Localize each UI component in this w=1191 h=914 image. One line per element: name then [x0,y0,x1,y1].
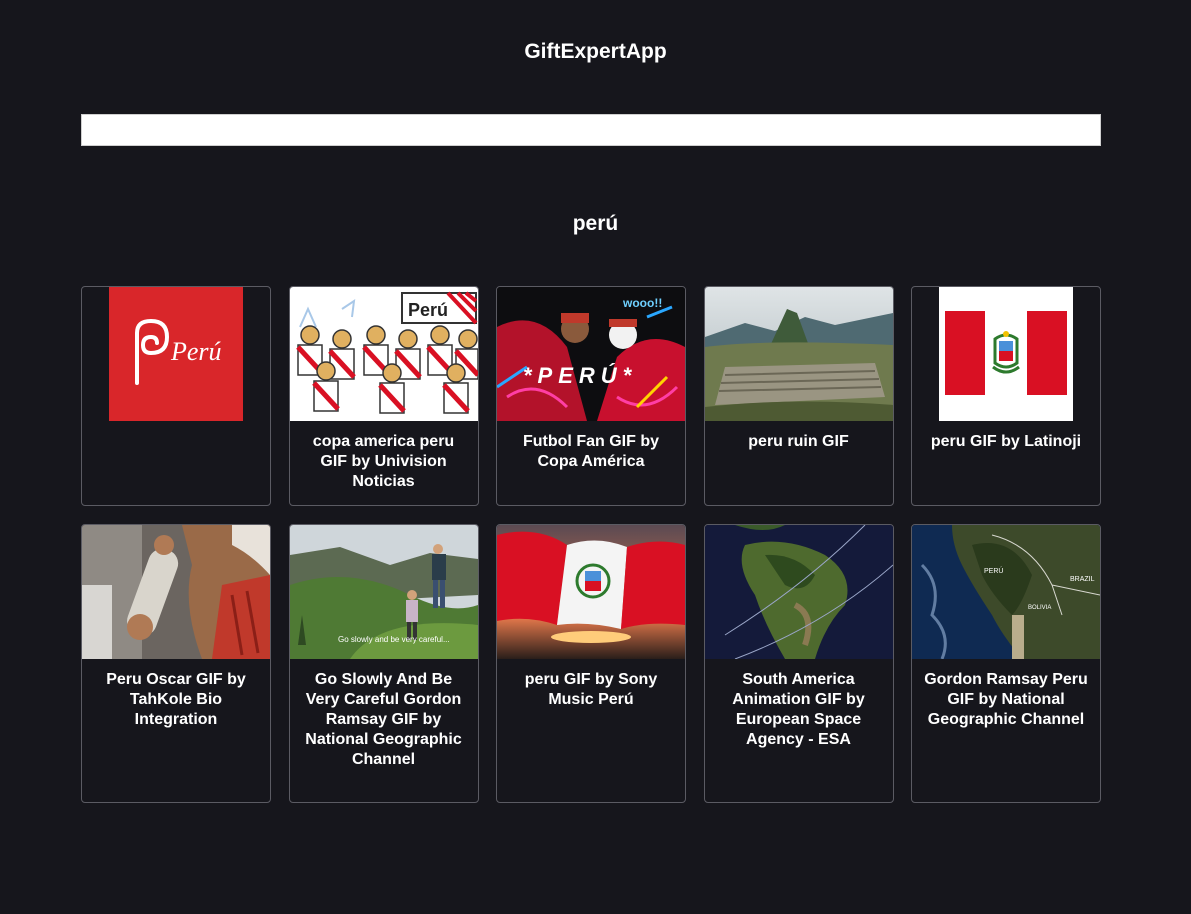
gif-grid: Perú Perú copa america peru GIF by Univi… [81,286,1101,803]
hikers-image: Go slowly and be very careful... [289,525,478,659]
peru-brand-logo-image: Perú [109,287,243,421]
gif-title: Futbol Fan GIF by Copa América [523,433,659,470]
gif-title: peru GIF by Latinoji [930,433,1082,450]
gif-title: peru GIF by Sony Music Perú [524,671,658,708]
gif-card[interactable]: South America Animation GIF by European … [703,524,894,803]
category-title: perú [572,212,619,235]
football-fans-image: *PERÚ* wooo!! [497,287,685,421]
gif-card[interactable]: Perú [81,286,271,506]
gif-title: Peru Oscar GIF by TahKole Bio Integratio… [106,671,246,728]
fans-banner-text: *PERÚ* [523,363,637,388]
app-title: GiftExpertApp [524,40,667,63]
gif-title: Gordon Ramsay Peru GIF by National Geogr… [924,671,1088,728]
waving-flag-image [497,525,685,659]
map-label-bolivia: BOLIVIA [1028,605,1051,611]
gif-card[interactable]: peru GIF by Latinoji [911,286,1101,506]
peru-map-image: PERÚ BRAZIL BOLIVIA [912,525,1100,659]
cartoon-fans-image: Perú [289,287,478,421]
peru-flag-image [939,287,1073,421]
gif-card[interactable]: *PERÚ* wooo!! Futbol Fan GIF by Copa Amé… [496,286,686,506]
gif-card[interactable]: Go slowly and be very careful... Go Slow… [288,524,479,803]
gif-title: South America Animation GIF by European … [732,671,865,748]
musician-image [82,525,270,659]
search-input[interactable] [81,114,1101,146]
map-label-peru: PERÚ [984,566,1003,575]
gif-card[interactable]: peru GIF by Sony Music Perú [496,524,686,803]
machu-picchu-image [704,287,893,421]
gif-title: Go Slowly And Be Very Careful Gordon Ram… [305,671,462,768]
gif-card[interactable]: PERÚ BRAZIL BOLIVIA Gordon Ramsay Peru G… [911,524,1101,803]
gif-card[interactable]: peru ruin GIF [703,286,894,506]
gif-title: peru ruin GIF [748,433,849,450]
cartoon-banner-text: Perú [408,300,448,320]
fans-shout-text: wooo!! [622,296,662,310]
gif-card[interactable]: Perú [288,286,479,506]
peru-logo-text: Perú [170,337,222,366]
gif-card[interactable]: Peru Oscar GIF by TahKole Bio Integratio… [81,524,271,803]
gif-title: copa america peru GIF by Univision Notic… [312,433,455,490]
hikers-caption-text: Go slowly and be very careful... [338,635,450,644]
map-label-brazil: BRAZIL [1070,576,1095,583]
satellite-map-image [704,525,893,659]
